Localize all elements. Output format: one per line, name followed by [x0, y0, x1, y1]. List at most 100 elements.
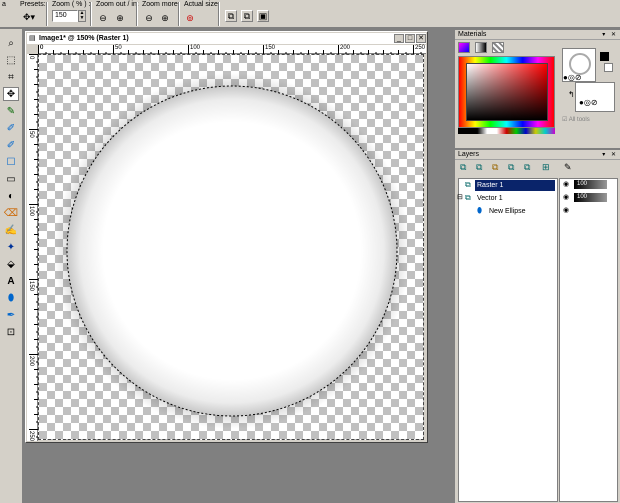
zoom-more-in-icon[interactable]: ⊕: [159, 12, 171, 24]
no-style-icon: [569, 53, 591, 75]
layer-opacity[interactable]: 100: [574, 193, 607, 202]
layer-row-vector[interactable]: ⊟ ⧉ Vector 1 ◉ 100: [457, 193, 617, 204]
all-tools-checkbox[interactable]: ☑ All tools: [562, 116, 590, 123]
layer-row-ellipse[interactable]: ⬮ New Ellipse ◉: [459, 206, 617, 217]
ruler-horizontal: 0 50 100 150 200 250: [38, 45, 426, 54]
separator: [46, 2, 48, 26]
smudge-tool-icon[interactable]: ✍: [3, 223, 19, 237]
new-raster-layer-icon[interactable]: ⧉: [460, 162, 466, 173]
separator: [178, 2, 180, 26]
ruler-vertical: 0 50 100 150 200 250: [27, 54, 38, 441]
ruler-v-ticks: [29, 54, 38, 438]
layers-tree: [458, 178, 558, 502]
layers-title: Layers: [455, 150, 620, 160]
visibility-eye-icon[interactable]: ◉: [563, 193, 569, 201]
delete-layer-icon[interactable]: ⊞: [542, 162, 550, 173]
maximize-button[interactable]: □: [405, 34, 415, 43]
layers-panel-buttons[interactable]: ▾ ✕: [602, 151, 618, 158]
ruler-tick-label: 250: [415, 45, 426, 51]
ruler-tick-label: 0: [40, 45, 44, 51]
layer-opacity[interactable]: 100: [574, 180, 607, 189]
color-picker[interactable]: [458, 56, 555, 128]
swap-colors-icon[interactable]: ↰: [568, 90, 575, 99]
ellipse-object-icon: ⬮: [477, 206, 483, 215]
edit-selection-icon[interactable]: ✎: [564, 162, 572, 173]
fit-screen-icon[interactable]: ▣: [257, 10, 269, 22]
dropper-tool-icon[interactable]: ✎: [3, 104, 19, 118]
separator: [218, 2, 220, 26]
rainbow-tab-icon[interactable]: [458, 42, 470, 53]
image-canvas[interactable]: [38, 54, 424, 440]
layers-toolbar: ⧉ ⧉ ⧉ ⧉ ⧉ ⊞ ✎: [458, 162, 618, 176]
move-tool-icon[interactable]: ✥: [3, 87, 19, 101]
new-mask-icon[interactable]: ⧉: [508, 162, 514, 173]
object-selector-icon[interactable]: ⊡: [3, 325, 19, 339]
zoom-input[interactable]: 150: [52, 10, 78, 22]
ruler-tick-label: 100: [190, 45, 201, 51]
layer-row-raster[interactable]: ⧉ Raster 1 ◉ 100: [459, 180, 617, 191]
ruler-tick-label: 250: [28, 431, 34, 442]
ruler-tick-label: 150: [265, 45, 276, 51]
new-vector-layer-icon[interactable]: ⧉: [476, 162, 482, 173]
ellipse-tool-icon[interactable]: ⬮: [3, 291, 19, 305]
materials-palette: Materials ▾ ✕ ●◎⊘ ↰ ●◎⊘ ☑ All tools: [455, 30, 620, 148]
style-icons[interactable]: ●◎⊘: [563, 73, 582, 82]
image-title-bar[interactable]: ▤ Image1* @ 150% (Raster 1) _ □ ✕: [27, 33, 426, 44]
zoom-spinner[interactable]: ▲ ▼: [78, 10, 86, 22]
pen-tool-icon[interactable]: ✒: [3, 308, 19, 322]
paint-brush-icon[interactable]: ✐: [3, 121, 19, 135]
lighten-darken-icon[interactable]: ◐: [3, 189, 19, 203]
selection-tool-icon[interactable]: ⬚: [3, 53, 19, 67]
visibility-eye-icon[interactable]: ◉: [563, 206, 569, 214]
frame-tab-icon[interactable]: [475, 42, 487, 53]
zoom-out-icon[interactable]: ⊖: [97, 12, 109, 24]
presets-label: Presets:: [20, 1, 46, 8]
image-title: Image1* @ 150% (Raster 1): [39, 35, 129, 42]
crop-tool-icon[interactable]: ⌗: [3, 70, 19, 84]
eraser-tool-icon[interactable]: ⌫: [3, 206, 19, 220]
fit-image-icon[interactable]: ⧉: [241, 10, 253, 22]
shape-tool-icon[interactable]: ▭: [3, 172, 19, 186]
minimize-button[interactable]: _: [394, 34, 404, 43]
materials-title: Materials: [455, 30, 620, 40]
actual-size-icon[interactable]: ⊚: [184, 12, 196, 24]
texture-icons[interactable]: ●◎⊘: [579, 98, 598, 107]
background-property-box[interactable]: [575, 82, 615, 112]
layer-name: Vector 1: [477, 195, 503, 202]
separator: [136, 2, 138, 26]
duplicate-layer-icon[interactable]: ⧉: [524, 162, 530, 173]
layers-properties: [559, 178, 618, 502]
zoom-outin-label: Zoom out / in:: [96, 1, 139, 8]
text-tool-icon[interactable]: A: [3, 274, 19, 288]
ellipse-shape[interactable]: [39, 55, 424, 440]
color-field[interactable]: [466, 63, 548, 121]
zoom-label: Zoom ( % ) :: [52, 1, 91, 8]
scratch-remover-icon[interactable]: ☐: [3, 155, 19, 169]
layer-name: New Ellipse: [489, 208, 526, 215]
ruler-tick-label: 200: [28, 356, 34, 367]
tool-grip: a: [2, 1, 6, 8]
background-color-swatch[interactable]: [604, 63, 613, 72]
ruler-tick-label: 100: [28, 206, 34, 217]
swatches-tab-icon[interactable]: [492, 42, 504, 53]
paint-app: a Presets: ✥▾ Zoom ( % ) : 150 ▲ ▼ Zoom o…: [0, 0, 620, 503]
visibility-eye-icon[interactable]: ◉: [563, 180, 569, 188]
materials-panel-buttons[interactable]: ▾ ✕: [602, 31, 618, 38]
zoom-tool-icon[interactable]: ⌕: [3, 36, 19, 50]
clone-brush-icon[interactable]: ✐: [3, 138, 19, 152]
separator: [90, 2, 92, 26]
ruler-h-ticks: [38, 45, 422, 54]
presets-move-icon[interactable]: ✥▾: [20, 11, 38, 23]
close-button[interactable]: ✕: [416, 34, 426, 43]
tools-palette: ⌕ ⬚ ⌗ ✥ ✎ ✐ ✐ ☐ ▭ ◐ ⌫ ✍ ✦ ⬙ A ⬮ ✒ ⊡: [0, 29, 23, 503]
foreground-color-swatch[interactable]: [600, 52, 609, 61]
all-tools-label: All tools: [568, 117, 590, 123]
flood-fill-icon[interactable]: ⬙: [3, 257, 19, 271]
warp-brush-icon[interactable]: ✦: [3, 240, 19, 254]
collapse-icon[interactable]: ⊟: [457, 193, 463, 201]
zoom-more-out-icon[interactable]: ⊖: [143, 12, 155, 24]
fit-window-icon[interactable]: ⧉: [225, 10, 237, 22]
new-art-layer-icon[interactable]: ⧉: [492, 162, 498, 173]
zoom-in-icon[interactable]: ⊕: [114, 12, 126, 24]
color-swatch-strip[interactable]: [458, 128, 555, 134]
